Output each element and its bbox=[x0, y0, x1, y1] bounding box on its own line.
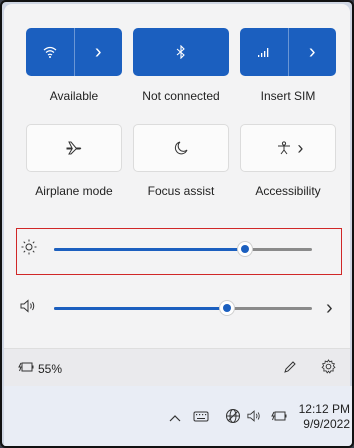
volume-row: › bbox=[16, 292, 342, 324]
brightness-highlight-box bbox=[16, 228, 342, 275]
wifi-tile[interactable]: › bbox=[26, 28, 122, 76]
speaker-icon[interactable] bbox=[16, 299, 42, 317]
cellular-icon bbox=[257, 48, 269, 57]
volume-output-button[interactable]: › bbox=[326, 297, 333, 320]
accessibility-expand-button[interactable]: › bbox=[297, 125, 335, 171]
battery-icon[interactable] bbox=[18, 361, 34, 376]
chevron-up-icon[interactable] bbox=[169, 409, 181, 425]
wifi-icon bbox=[43, 46, 57, 58]
airplane-mode-tile[interactable] bbox=[26, 124, 122, 172]
chevron-right-icon: › bbox=[94, 40, 102, 63]
wifi-toggle[interactable] bbox=[26, 28, 74, 76]
speaker-icon[interactable] bbox=[247, 409, 263, 426]
focus-assist-label: Focus assist bbox=[147, 184, 215, 198]
volume-slider[interactable] bbox=[54, 299, 312, 316]
cellular-tile[interactable]: › bbox=[240, 28, 336, 76]
chevron-right-icon: › bbox=[326, 296, 333, 319]
battery-icon[interactable] bbox=[270, 409, 287, 425]
clock-time: 12:12 PM bbox=[298, 402, 350, 416]
taskbar: 12:12 PM 9/9/2022 bbox=[4, 386, 352, 446]
cellular-label: Insert SIM bbox=[260, 89, 316, 103]
chevron-right-icon: › bbox=[308, 40, 316, 63]
bluetooth-icon bbox=[176, 45, 185, 59]
airplane-icon bbox=[66, 141, 82, 155]
volume-thumb[interactable] bbox=[218, 299, 235, 316]
keyboard-icon[interactable] bbox=[193, 409, 209, 425]
pencil-icon[interactable] bbox=[283, 360, 297, 378]
focus-assist-tile[interactable] bbox=[133, 124, 229, 172]
taskbar-clock[interactable]: 12:12 PM 9/9/2022 bbox=[299, 402, 350, 432]
quick-settings-panel: › › Available Not connected Insert SIM ›… bbox=[4, 4, 350, 386]
battery-percentage[interactable]: 55% bbox=[38, 362, 62, 376]
moon-icon bbox=[174, 141, 188, 155]
accessibility-tile[interactable]: › bbox=[240, 124, 336, 172]
volume-fill bbox=[54, 306, 227, 310]
accessibility-toggle[interactable] bbox=[241, 125, 297, 171]
wifi-label: Available bbox=[49, 89, 99, 103]
cellular-expand-button[interactable]: › bbox=[288, 28, 336, 76]
airplane-mode-label: Airplane mode bbox=[35, 184, 113, 198]
bluetooth-tile[interactable] bbox=[133, 28, 229, 76]
gear-icon[interactable] bbox=[321, 359, 336, 378]
wifi-expand-button[interactable]: › bbox=[74, 28, 122, 76]
accessibility-label: Accessibility bbox=[255, 184, 321, 198]
clock-date: 9/9/2022 bbox=[303, 417, 350, 431]
chevron-right-icon: › bbox=[297, 137, 304, 158]
accessibility-icon bbox=[278, 141, 291, 155]
network-icon[interactable] bbox=[225, 408, 241, 427]
screenshot-frame: › › Available Not connected Insert SIM ›… bbox=[0, 0, 354, 448]
cellular-toggle[interactable] bbox=[240, 28, 288, 76]
quick-settings-footer: 55% bbox=[4, 348, 350, 388]
bluetooth-label: Not connected bbox=[142, 89, 220, 103]
